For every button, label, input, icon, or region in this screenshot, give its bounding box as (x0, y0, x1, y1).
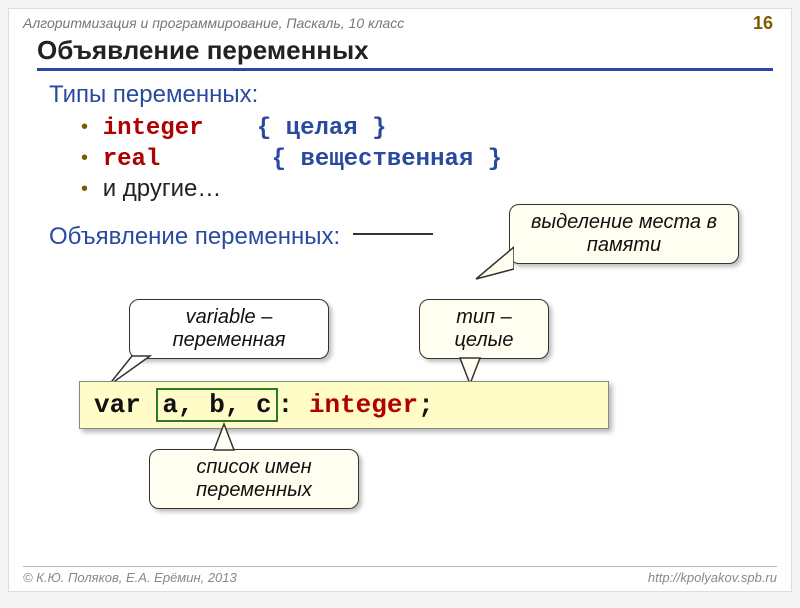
callout-text: variable – переменная (173, 306, 286, 351)
section-types-heading: Типы переменных: (49, 81, 791, 109)
keyword: real (103, 146, 161, 173)
callout-text: список имен переменных (196, 456, 312, 501)
callout-list: список имен переменных (149, 449, 359, 509)
slide: Алгоритмизация и программирование, Паска… (8, 8, 792, 592)
code-colon: : (278, 390, 294, 420)
footer-copyright: © К.Ю. Поляков, Е.А. Ерёмин, 2013 (23, 570, 237, 585)
code-type: integer (309, 390, 418, 420)
callout-type: тип – целые (419, 299, 549, 359)
callout-text: выделение места в памяти (531, 211, 717, 256)
header-subtitle: Алгоритмизация и программирование, Паска… (9, 9, 791, 33)
code-var: var (94, 390, 141, 420)
callout-memory: выделение места в памяти (509, 204, 739, 264)
callout-variable: variable – переменная (129, 299, 329, 359)
comment: { целая } (257, 115, 387, 142)
comment: { вещественная } (272, 146, 502, 173)
footer-url: http://kpolyakov.spb.ru (648, 570, 777, 585)
others-text: и другие… (103, 175, 222, 202)
callout-tail-icon (474, 241, 514, 281)
slide-title: Объявление переменных (37, 35, 773, 71)
keyword: integer (103, 115, 204, 142)
type-others: • и другие… (81, 175, 791, 203)
bullet-icon: • (81, 178, 88, 200)
connector-line (353, 233, 433, 235)
section-decl-text: Объявление переменных: (49, 223, 340, 250)
code-var-list: a, b, c (156, 388, 277, 422)
callout-tail-icon (210, 422, 250, 452)
code-semicolon: ; (418, 390, 434, 420)
bullet-icon: • (81, 147, 88, 169)
type-integer: • integer { целая } (81, 113, 791, 142)
type-list: • integer { целая } • real { вещественна… (81, 113, 791, 203)
bullet-icon: • (81, 116, 88, 138)
page-number: 16 (753, 13, 773, 34)
type-real: • real { вещественная } (81, 144, 791, 173)
callout-text: тип – целые (454, 306, 513, 351)
footer: © К.Ю. Поляков, Е.А. Ерёмин, 2013 http:/… (23, 566, 777, 585)
code-box: var a, b, c: integer; (79, 381, 609, 429)
